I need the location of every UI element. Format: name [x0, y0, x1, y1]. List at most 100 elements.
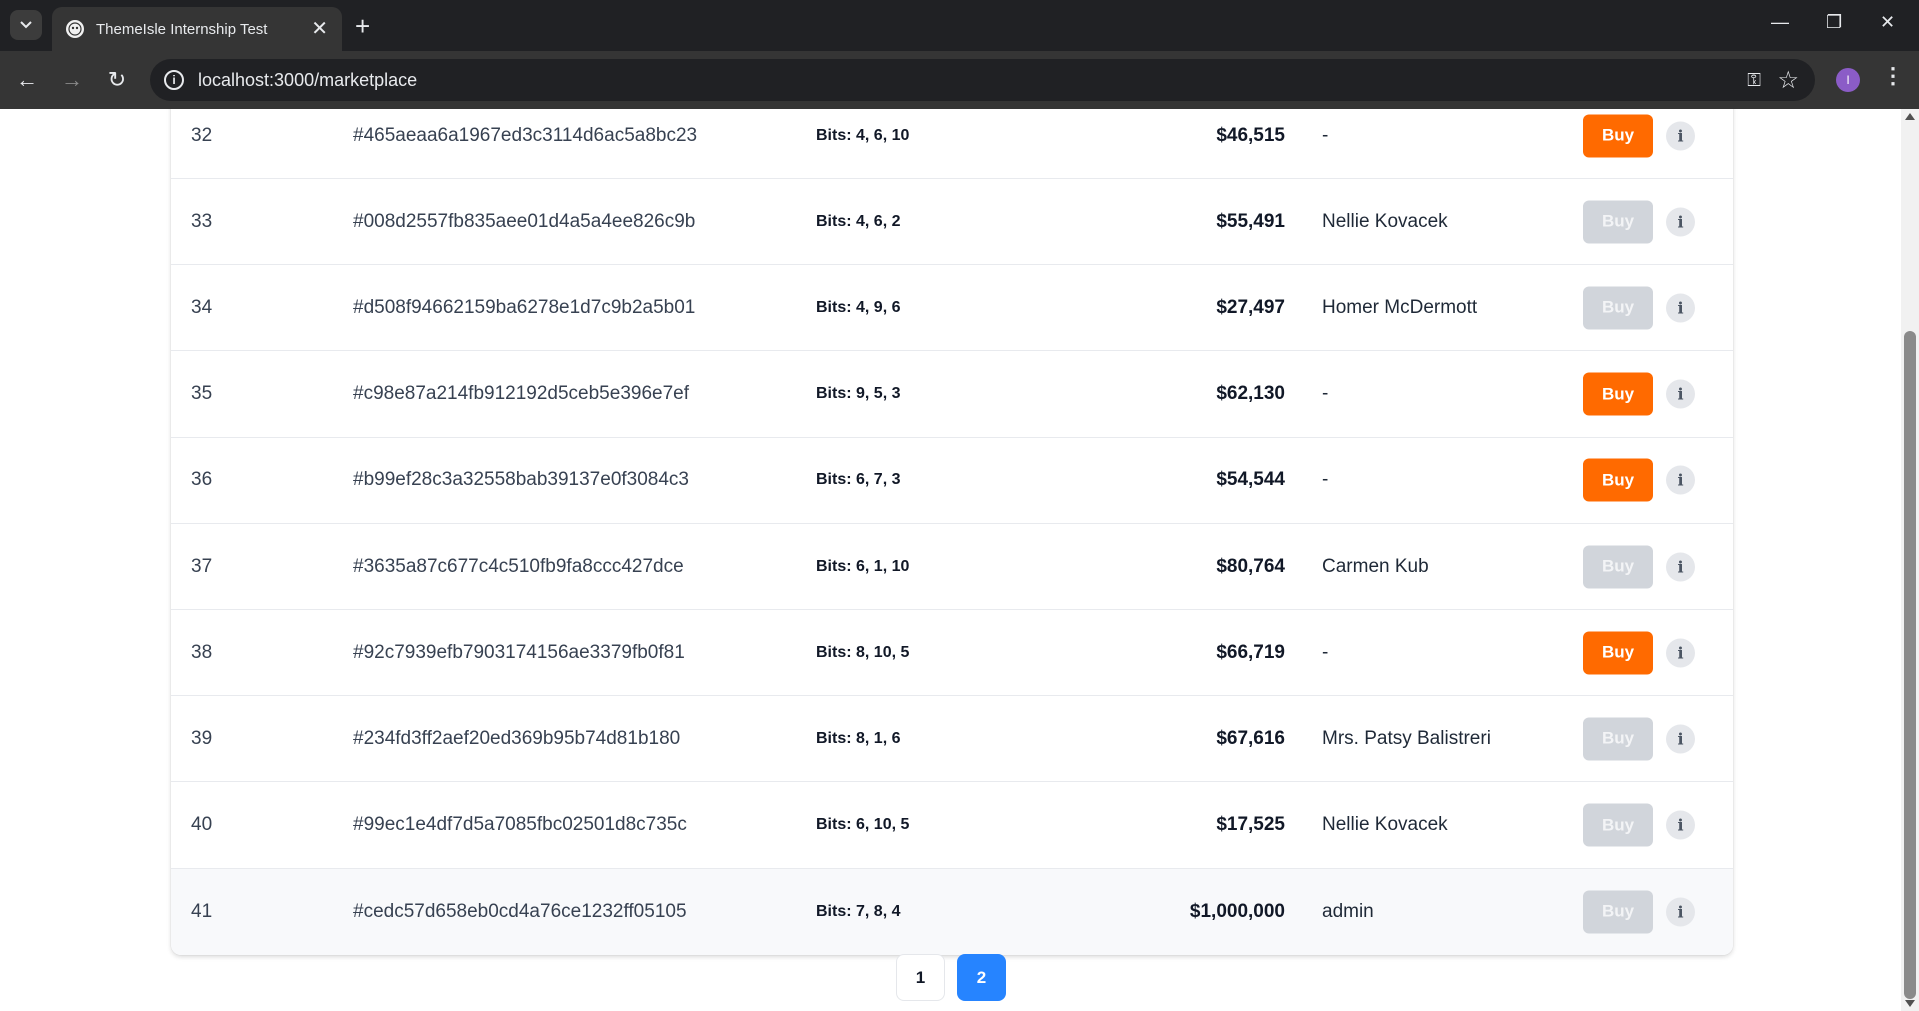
buy-button[interactable]: Buy: [1583, 545, 1653, 588]
password-key-icon[interactable]: ⚿: [1747, 70, 1761, 91]
scrollbar-thumb[interactable]: [1904, 331, 1916, 999]
table-row: 41 #cedc57d658eb0cd4a76ce1232ff05105 Bits:…: [171, 868, 1733, 955]
bookmark-star-icon[interactable]: ☆: [1777, 66, 1799, 95]
browser-toolbar: ← → ↻ i localhost:3000/marketplace ⚿ ☆ I…: [0, 51, 1919, 109]
item-id: 37: [191, 555, 213, 577]
info-icon[interactable]: i: [1666, 638, 1695, 668]
item-id: 41: [191, 900, 213, 922]
buy-button[interactable]: Buy: [1583, 803, 1653, 847]
item-bits: Bits: 6, 7, 3: [816, 471, 901, 489]
pagination: 12: [896, 954, 1006, 1001]
item-hash: #b99ef28c3a32558bab39137e0f3084c3: [353, 469, 689, 491]
item-id: 32: [191, 124, 213, 146]
item-price: $80,764: [1216, 555, 1285, 577]
browser-tab[interactable]: ThemeIsle Internship Test ✕: [52, 7, 342, 51]
item-owner: Nellie Kovacek: [1322, 210, 1448, 232]
item-price: $17,525: [1216, 814, 1285, 836]
item-id: 36: [191, 469, 213, 491]
table-row: 33 #008d2557fb835aee01d4a5a4ee826c9b Bits:…: [171, 179, 1733, 266]
url-text: localhost:3000/marketplace: [198, 69, 418, 90]
reload-icon[interactable]: ↻: [102, 65, 132, 95]
info-icon[interactable]: i: [1666, 465, 1695, 495]
info-icon[interactable]: i: [1666, 379, 1695, 409]
item-price: $46,515: [1216, 124, 1285, 146]
profile-avatar[interactable]: I: [1836, 68, 1860, 92]
table-row: 36 #b99ef28c3a32558bab39137e0f3084c3 Bits:…: [171, 438, 1733, 524]
item-id: 40: [191, 814, 213, 836]
item-id: 33: [191, 210, 213, 232]
item-owner: admin: [1322, 900, 1374, 922]
item-hash: #465aeaa6a1967ed3c3114d6ac5a8bc23: [353, 124, 698, 146]
restore-icon[interactable]: ❐: [1826, 12, 1842, 33]
tab-search-button[interactable]: [10, 10, 42, 40]
scroll-down-arrow-icon[interactable]: [1905, 1000, 1915, 1007]
marketplace-table: 32 #465aeaa6a1967ed3c3114d6ac5a8bc23 Bits:…: [171, 109, 1733, 955]
item-bits: Bits: 4, 6, 2: [816, 212, 901, 230]
item-id: 35: [191, 383, 213, 405]
item-price: $55,491: [1216, 210, 1285, 232]
address-bar[interactable]: i localhost:3000/marketplace ⚿ ☆: [150, 59, 1815, 101]
item-owner: Mrs. Patsy Balistreri: [1322, 727, 1491, 749]
item-bits: Bits: 6, 10, 5: [816, 816, 910, 834]
item-owner: Homer McDermott: [1322, 296, 1478, 318]
item-hash: #008d2557fb835aee01d4a5a4ee826c9b: [353, 210, 696, 232]
page-button-1[interactable]: 1: [896, 954, 945, 1001]
browser-menu-icon[interactable]: ⋮: [1882, 63, 1904, 89]
buy-button[interactable]: Buy: [1583, 458, 1653, 502]
item-price: $67,616: [1216, 727, 1285, 749]
scroll-up-arrow-icon[interactable]: [1905, 113, 1915, 120]
window-close-icon[interactable]: ✕: [1880, 12, 1895, 33]
table-row: 35 #c98e87a214fb912192d5ceb5e396e7ef Bits:…: [171, 352, 1733, 438]
buy-button[interactable]: Buy: [1583, 114, 1653, 157]
item-price: $27,497: [1216, 296, 1285, 318]
table-row: 32 #465aeaa6a1967ed3c3114d6ac5a8bc23 Bits:…: [171, 109, 1733, 179]
item-bits: Bits: 9, 5, 3: [816, 385, 901, 403]
favicon-icon: [66, 20, 84, 38]
item-price: $66,719: [1216, 641, 1285, 663]
info-icon[interactable]: i: [1666, 897, 1695, 927]
item-owner: -: [1322, 641, 1329, 663]
item-id: 39: [191, 727, 213, 749]
browser-tab-strip: ThemeIsle Internship Test ✕ + — ❐ ✕: [0, 0, 1919, 51]
table-row: 38 #92c7939efb7903174156ae3379fb0f81 Bits:…: [171, 610, 1733, 697]
item-bits: Bits: 4, 6, 10: [816, 126, 910, 144]
buy-button[interactable]: Buy: [1583, 717, 1653, 761]
page-button-2[interactable]: 2: [957, 954, 1006, 1001]
buy-button[interactable]: Buy: [1583, 631, 1653, 675]
item-owner: Carmen Kub: [1322, 555, 1429, 577]
forward-arrow-icon[interactable]: →: [57, 65, 87, 95]
back-arrow-icon[interactable]: ←: [12, 65, 42, 95]
info-icon[interactable]: i: [1666, 810, 1695, 840]
table-row: 39 #234fd3ff2aef20ed369b95b74d81b180 Bits:…: [171, 696, 1733, 783]
item-owner: -: [1322, 383, 1329, 405]
info-icon[interactable]: i: [1666, 121, 1695, 150]
site-info-icon[interactable]: i: [164, 70, 184, 90]
item-hash: #d508f94662159ba6278e1d7c9b2a5b01: [353, 296, 696, 318]
new-tab-button[interactable]: +: [355, 13, 370, 39]
tab-close-icon[interactable]: ✕: [311, 19, 328, 39]
minimize-icon[interactable]: —: [1771, 12, 1789, 33]
item-owner: Nellie Kovacek: [1322, 814, 1448, 836]
item-hash: #234fd3ff2aef20ed369b95b74d81b180: [353, 727, 681, 749]
chevron-down-icon: [20, 21, 32, 29]
buy-button[interactable]: Buy: [1583, 372, 1653, 416]
info-icon[interactable]: i: [1666, 724, 1695, 754]
item-bits: Bits: 8, 10, 5: [816, 643, 910, 661]
table-row: 37 #3635a87c677c4c510fb9fa8ccc427dce Bits:…: [171, 524, 1733, 610]
item-hash: #92c7939efb7903174156ae3379fb0f81: [353, 641, 685, 663]
item-owner: -: [1322, 124, 1329, 146]
info-icon[interactable]: i: [1666, 293, 1695, 323]
info-icon[interactable]: i: [1666, 207, 1695, 237]
page-scrollbar[interactable]: [1901, 109, 1919, 1011]
buy-button[interactable]: Buy: [1583, 286, 1653, 330]
tab-title: ThemeIsle Internship Test: [96, 20, 268, 38]
item-bits: Bits: 8, 1, 6: [816, 729, 901, 747]
buy-button[interactable]: Buy: [1583, 890, 1653, 934]
item-bits: Bits: 7, 8, 4: [816, 902, 901, 920]
buy-button[interactable]: Buy: [1583, 200, 1653, 244]
info-icon[interactable]: i: [1666, 552, 1695, 581]
item-price: $54,544: [1216, 469, 1285, 491]
item-hash: #99ec1e4df7d5a7085fbc02501d8c735c: [353, 814, 687, 836]
item-price: $62,130: [1216, 383, 1285, 405]
item-hash: #3635a87c677c4c510fb9fa8ccc427dce: [353, 555, 684, 577]
